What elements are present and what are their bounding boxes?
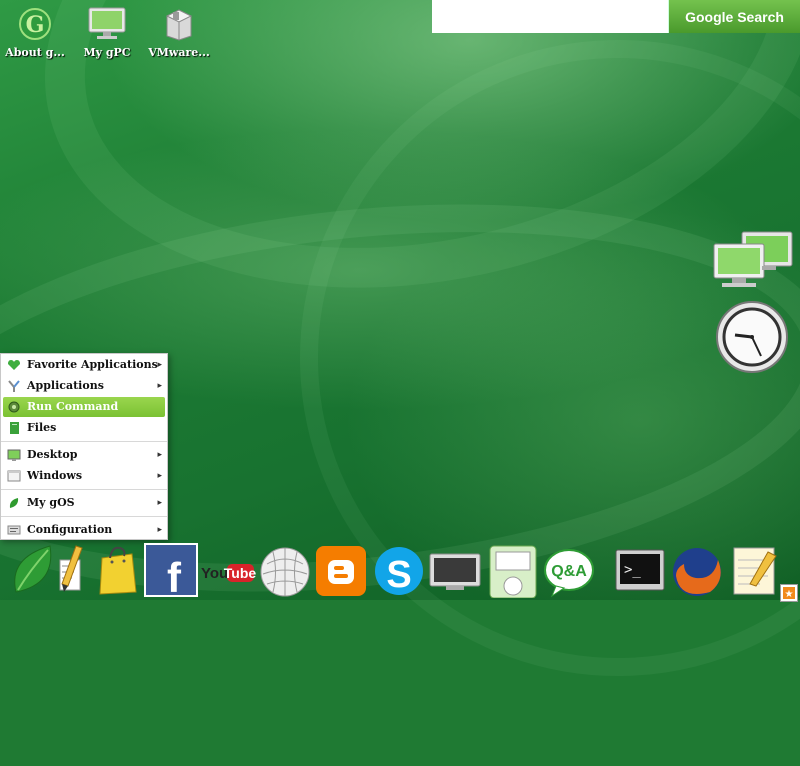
application-dock: f You Tube S Q&A >_: [0, 538, 800, 601]
chevron-right-icon: ▸: [157, 471, 162, 481]
chevron-right-icon: ▸: [157, 525, 162, 535]
qa-icon[interactable]: Q&A: [542, 540, 596, 598]
chevron-right-icon: ▸: [157, 381, 162, 391]
desktop-icon-about-gos[interactable]: G About g...: [0, 6, 70, 59]
menu-item-applications[interactable]: Applications ▸: [3, 376, 165, 396]
tray-star-icon[interactable]: ★: [780, 584, 798, 602]
chevron-right-icon: ▸: [157, 450, 162, 460]
terminal-icon[interactable]: >_: [614, 540, 668, 598]
google-search-button[interactable]: Google Search: [668, 0, 800, 33]
search-input[interactable]: [432, 0, 668, 33]
tools-icon: [7, 379, 21, 393]
chevron-right-icon: ▸: [157, 498, 162, 508]
monitor-icon: [87, 6, 127, 42]
menu-separator: [1, 489, 167, 490]
settings-icon: [7, 523, 21, 537]
svg-text:S: S: [386, 554, 411, 596]
gear-icon: [7, 400, 21, 414]
window-icon: [7, 469, 21, 483]
menu-item-files[interactable]: Files: [3, 418, 165, 438]
svg-text:Tube: Tube: [224, 565, 256, 581]
menu-item-my-gos[interactable]: My gOS ▸: [3, 493, 165, 513]
network-computers-icon[interactable]: [712, 230, 796, 292]
package-box-icon: [159, 6, 199, 42]
notepad-icon[interactable]: [728, 540, 782, 598]
wikipedia-icon[interactable]: [258, 540, 312, 598]
shopping-bag-icon[interactable]: [92, 540, 146, 598]
menu-separator: [1, 441, 167, 442]
desktop-icon-vmware[interactable]: VMware...: [144, 6, 214, 59]
menu-item-favorite-applications[interactable]: Favorite Applications ▸: [3, 355, 165, 375]
leaf-icon: [7, 496, 21, 510]
blogger-icon[interactable]: [314, 540, 368, 598]
menu-item-windows[interactable]: Windows ▸: [3, 466, 165, 486]
firefox-icon[interactable]: [670, 540, 724, 598]
menu-item-configuration[interactable]: Configuration ▸: [3, 520, 165, 540]
svg-text:>_: >_: [624, 562, 641, 578]
tv-icon[interactable]: [428, 540, 482, 598]
skype-icon[interactable]: S: [372, 540, 426, 598]
chevron-right-icon: ▸: [157, 360, 162, 370]
desktop-icon: [7, 448, 21, 462]
file-icon: [7, 421, 21, 435]
start-menu: Favorite Applications ▸ Applications ▸ R…: [0, 353, 168, 540]
heart-icon: [7, 358, 21, 372]
analog-clock-icon[interactable]: [715, 300, 789, 374]
facebook-icon[interactable]: f: [144, 540, 198, 601]
menu-item-desktop[interactable]: Desktop ▸: [3, 445, 165, 465]
menu-item-run-command[interactable]: Run Command: [3, 397, 165, 417]
svg-text:G: G: [26, 12, 45, 38]
google-search-bar: Google Search: [432, 0, 800, 33]
svg-text:Q&A: Q&A: [551, 563, 587, 580]
svg-text:★: ★: [785, 589, 794, 600]
desktop-icon-my-gpc[interactable]: My gPC: [72, 6, 142, 59]
svg-text:f: f: [167, 554, 182, 598]
gos-logo-icon: G: [15, 6, 55, 42]
youtube-icon[interactable]: You Tube: [200, 540, 256, 598]
menu-separator: [1, 516, 167, 517]
ipod-icon[interactable]: [486, 540, 540, 599]
